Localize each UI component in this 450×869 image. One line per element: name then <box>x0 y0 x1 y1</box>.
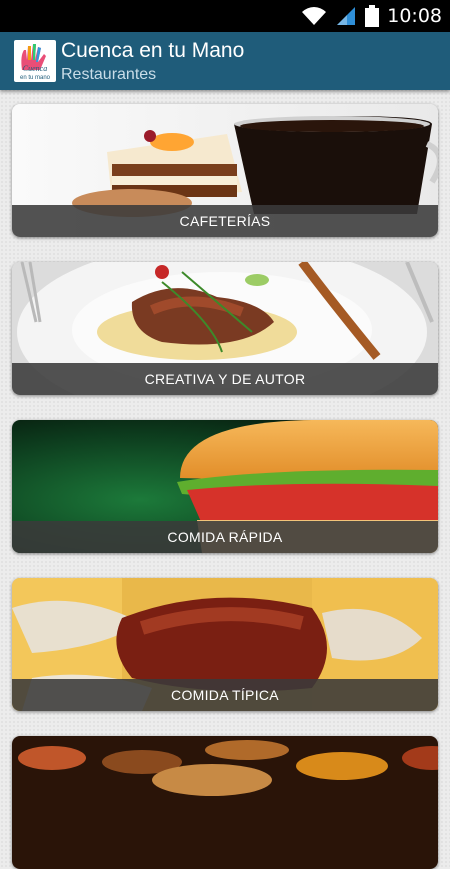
category-label: CREATIVA Y DE AUTOR <box>12 363 438 395</box>
category-card-spices[interactable] <box>12 736 438 869</box>
category-card-cafeterias[interactable]: CAFETERÍAS <box>12 104 438 237</box>
app-bar: Cuenca en tu mano Cuenca en tu Mano Rest… <box>0 32 450 90</box>
hand-logo-icon: Cuenca en tu mano <box>20 44 51 81</box>
app-subtitle: Restaurantes <box>61 66 157 83</box>
cell-signal-icon <box>337 7 356 25</box>
category-card-comida-rapida[interactable]: COMIDA RÁPIDA <box>12 420 438 553</box>
category-label: COMIDA TÍPICA <box>12 679 438 711</box>
category-card-creativa[interactable]: CREATIVA Y DE AUTOR <box>12 262 438 395</box>
clock: 10:08 <box>387 5 442 27</box>
app-title: Cuenca en tu Mano <box>61 39 245 62</box>
app-logo[interactable]: Cuenca en tu mano <box>14 40 56 82</box>
svg-text:Cuenca: Cuenca <box>23 64 47 73</box>
category-card-comida-tipica[interactable]: COMIDA TÍPICA <box>12 578 438 711</box>
svg-text:en tu mano: en tu mano <box>20 75 51 81</box>
wifi-icon <box>302 7 327 25</box>
spice-bowls-image <box>12 736 438 869</box>
category-label: CAFETERÍAS <box>12 205 438 237</box>
battery-icon <box>365 5 380 27</box>
category-label: COMIDA RÁPIDA <box>12 521 438 553</box>
status-bar: 10:08 <box>0 0 450 32</box>
